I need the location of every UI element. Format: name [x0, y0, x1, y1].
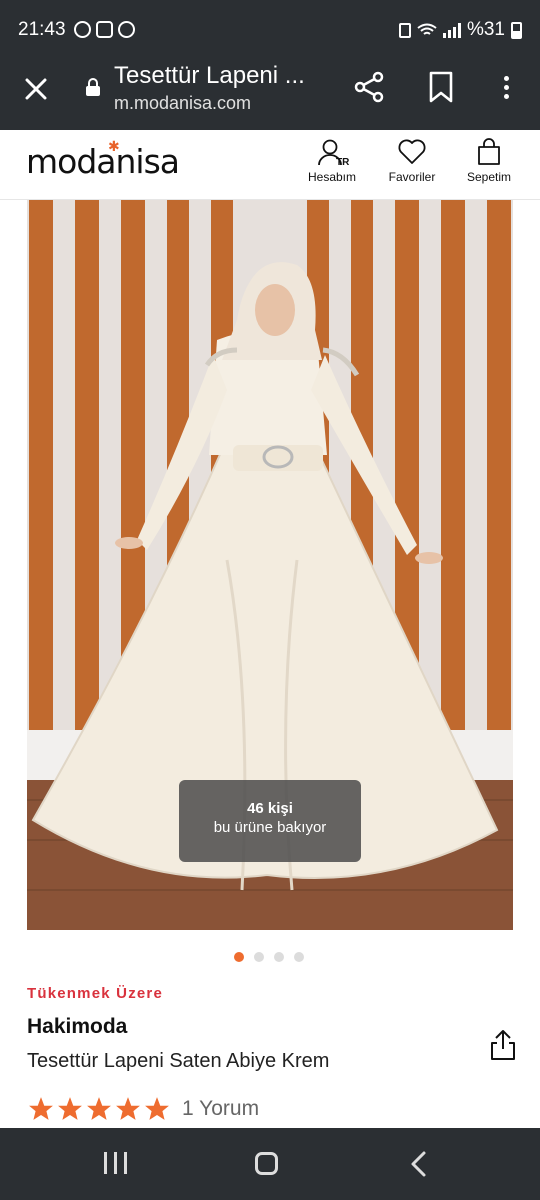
status-time: 21:43 — [18, 19, 66, 40]
star-rating — [28, 1096, 170, 1122]
heart-icon — [398, 139, 426, 164]
region-label: TR — [336, 157, 350, 168]
lock-icon — [86, 78, 100, 96]
notification-icons — [74, 21, 135, 38]
app-notification-icon — [118, 21, 135, 38]
browser-toolbar: Tesettür Lapeni ... m.modanisa.com — [0, 60, 540, 130]
carousel-dot[interactable] — [274, 952, 284, 962]
brand-logo[interactable]: modanisa — [26, 142, 180, 181]
product-title: Tesettür Lapeni Saten Abiye Krem — [27, 1050, 330, 1072]
bookmark-icon[interactable] — [428, 70, 454, 104]
home-button[interactable] — [255, 1152, 278, 1175]
favorites-label: Favoriler — [388, 170, 436, 184]
system-navigation-bar — [0, 1128, 540, 1200]
share-product-icon[interactable] — [488, 1028, 518, 1062]
viewers-count: 46 kişi — [247, 800, 293, 817]
signal-icon — [442, 22, 461, 38]
cart-label: Sepetim — [466, 170, 512, 184]
gallery-icon — [96, 21, 113, 38]
carousel-dot[interactable] — [234, 952, 244, 962]
brand-name[interactable]: Hakimoda — [27, 1015, 127, 1039]
shopping-bag-icon — [478, 138, 500, 165]
status-bar: 21:43 %31 — [0, 0, 540, 60]
page-url[interactable]: m.modanisa.com — [114, 93, 251, 114]
more-options-button[interactable] — [496, 70, 516, 104]
logo-accent-mark: ✱ — [108, 138, 120, 154]
battery-icon — [511, 21, 522, 39]
viewers-text: bu ürüne bakıyor — [213, 819, 327, 836]
rating-row[interactable]: 1 Yorum — [28, 1096, 259, 1122]
star-icon — [116, 1097, 140, 1120]
star-icon — [87, 1097, 111, 1120]
wifi-icon — [417, 23, 437, 35]
close-icon — [25, 78, 47, 100]
back-icon[interactable] — [408, 1150, 430, 1178]
status-indicators: %31 — [398, 19, 522, 41]
messenger-icon — [74, 21, 91, 38]
star-icon — [29, 1097, 53, 1120]
battery-saver-icon — [398, 22, 411, 38]
account-button[interactable]: TR Hesabım — [300, 138, 364, 184]
site-header: modanisa ✱ TR Hesabım Favoriler Sepetim — [0, 130, 540, 200]
carousel-dot[interactable] — [294, 952, 304, 962]
share-icon[interactable] — [352, 70, 386, 104]
favorites-button[interactable]: Favoriler — [380, 138, 444, 184]
page-title[interactable]: Tesettür Lapeni ... — [114, 61, 334, 91]
star-icon — [145, 1097, 169, 1120]
recent-apps-button[interactable] — [104, 1152, 127, 1174]
battery-percent: %31 — [466, 19, 505, 40]
cart-button[interactable]: Sepetim — [460, 138, 518, 184]
image-carousel-dots — [234, 952, 304, 962]
stock-badge: Tükenmek Üzere — [27, 985, 164, 1002]
viewers-badge: 46 kişi bu ürüne bakıyor — [179, 780, 361, 862]
carousel-dot[interactable] — [254, 952, 264, 962]
account-label: Hesabım — [307, 170, 357, 184]
product-image[interactable]: 46 kişi bu ürüne bakıyor — [27, 200, 513, 930]
star-icon — [58, 1097, 82, 1120]
review-count[interactable]: 1 Yorum — [182, 1097, 259, 1121]
close-tab-button[interactable] — [20, 73, 52, 105]
